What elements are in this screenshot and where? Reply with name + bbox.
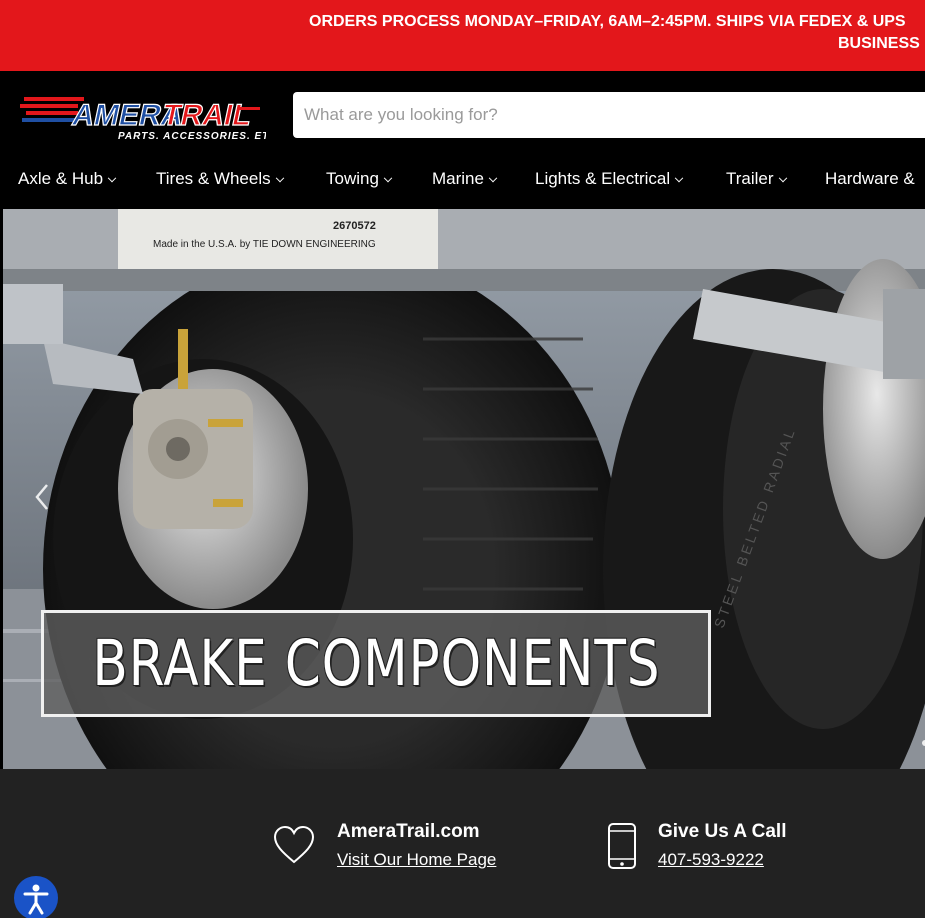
chevron-down-icon [275, 173, 284, 183]
footer-info-bar: AmeraTrail.com Visit Our Home Page Give … [0, 769, 925, 918]
phone-number-link[interactable]: 407-593-9222 [658, 849, 786, 871]
announcement-bar: ORDERS PROCESS MONDAY–FRIDAY, 6AM–2:45PM… [0, 0, 925, 71]
logo-wordmark: AMERA TRAIL [69, 99, 255, 133]
phone-icon [608, 823, 636, 869]
chevron-down-icon [488, 173, 498, 183]
accessibility-button[interactable] [14, 876, 58, 918]
hero-banner-text: BRAKE COMPONENTS [91, 627, 661, 700]
footer-site-block: AmeraTrail.com Visit Our Home Page [337, 821, 496, 871]
nav-item-lights-electrical[interactable]: Lights & Electrical [535, 166, 684, 192]
nav-item-tires-wheels[interactable]: Tires & Wheels [156, 166, 284, 192]
nav-item-axle-hub[interactable]: Axle & Hub [18, 166, 117, 192]
svg-text:2670572: 2670572 [333, 220, 376, 232]
chevron-down-icon [383, 173, 393, 183]
svg-text:Made in the U.S.A. by TIE DOWN: Made in the U.S.A. by TIE DOWN ENGINEERI… [153, 239, 376, 250]
nav-item-hardware[interactable]: Hardware & [825, 166, 915, 192]
nav-item-marine[interactable]: Marine [432, 166, 498, 192]
footer-call-block: Give Us A Call 407-593-9222 [658, 821, 786, 871]
accessibility-icon [23, 884, 49, 915]
logo-tagline: PARTS. ACCESSORIES. ETC [118, 131, 266, 142]
heart-icon [273, 825, 315, 864]
hero-slideshow[interactable]: Made in the U.S.A. by TIE DOWN ENGINEERI… [3, 209, 925, 769]
chevron-down-icon [778, 173, 787, 183]
hero-banner[interactable]: BRAKE COMPONENTS [41, 610, 711, 717]
chevron-left-icon[interactable] [31, 477, 55, 517]
nav-item-towing[interactable]: Towing [326, 166, 393, 192]
site-logo[interactable]: AMERA TRAIL PARTS. ACCESSORIES. ETC [20, 91, 266, 145]
chevron-down-icon [674, 173, 684, 183]
announcement-line-2: BUSINESS [838, 35, 920, 52]
chevron-down-icon [107, 173, 117, 183]
search-input[interactable] [293, 92, 925, 138]
header: AMERA TRAIL PARTS. ACCESSORIES. ETC Axle… [0, 71, 925, 209]
main-nav: Axle & Hub Tires & Wheels Towing Marine … [0, 166, 925, 192]
announcement-line-1: ORDERS PROCESS MONDAY–FRIDAY, 6AM–2:45PM… [309, 13, 906, 30]
footer-call-title: Give Us A Call [658, 821, 787, 842]
footer-site-title: AmeraTrail.com [337, 821, 480, 842]
nav-item-trailer[interactable]: Trailer [726, 166, 787, 192]
svg-text:TRAIL: TRAIL [159, 99, 254, 132]
home-page-link[interactable]: Visit Our Home Page [337, 849, 496, 871]
